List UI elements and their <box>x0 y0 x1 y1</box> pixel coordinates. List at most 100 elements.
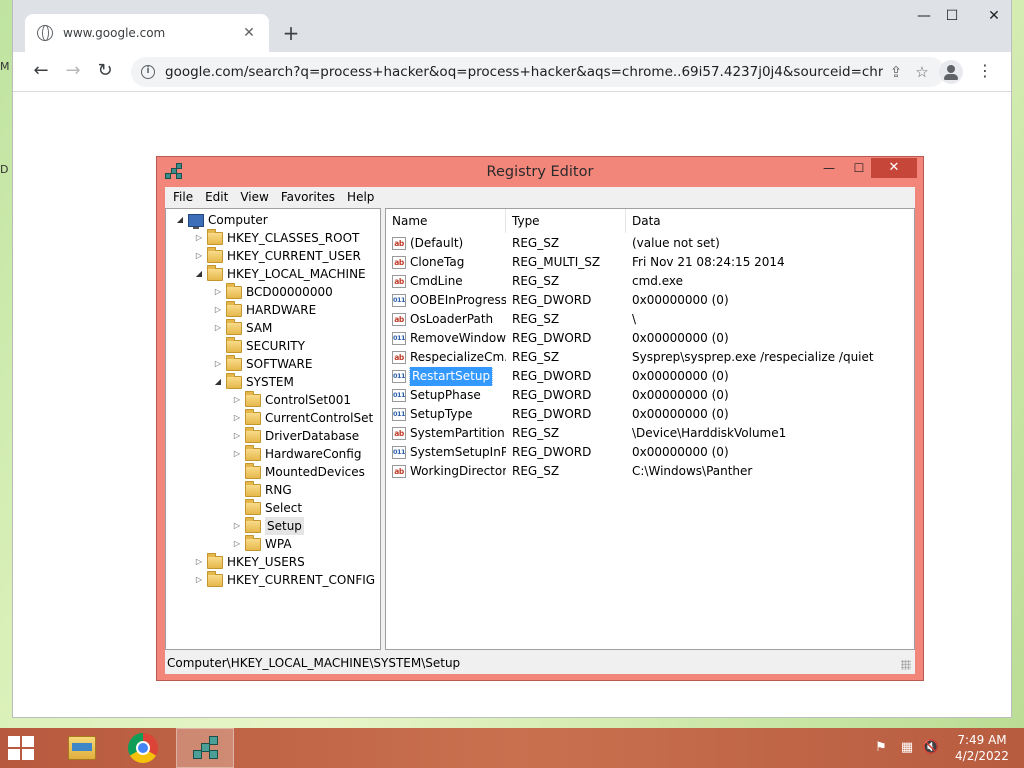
taskbar-file-explorer[interactable] <box>52 728 110 768</box>
tree-item[interactable]: ▷ DriverDatabase <box>231 426 359 445</box>
menu-help[interactable]: Help <box>341 190 380 204</box>
tree-item[interactable]: ▷ BCD00000000 <box>212 282 333 301</box>
column-header-data[interactable]: Data <box>626 209 914 233</box>
value-row[interactable]: ab CloneTag REG_MULTI_SZ Fri Nov 21 08:24:1… <box>386 253 914 272</box>
expand-arrow-icon[interactable]: ▷ <box>231 535 243 553</box>
expand-arrow-icon[interactable]: ▷ <box>193 553 205 571</box>
start-button[interactable] <box>8 736 38 762</box>
value-row[interactable]: ab OsLoaderPath REG_SZ \ <box>386 310 914 329</box>
value-name-cell: ab RespecializeCm... <box>392 348 506 367</box>
folder-icon <box>245 498 261 515</box>
value-list-pane[interactable]: Name Type Data ab (Default) REG_SZ (value n… <box>385 208 915 650</box>
key-tree-pane[interactable]: ◢ Computer ▷ HKEY_CLASSES_ROOT ▷ HKEY_CURRENT… <box>165 208 381 650</box>
network-icon[interactable]: ▦ <box>898 740 916 756</box>
tree-item[interactable]: ▷ HKEY_CLASSES_ROOT <box>193 228 359 247</box>
expand-arrow-icon[interactable]: ▷ <box>231 427 243 445</box>
tree-item[interactable]: ▷ HARDWARE <box>212 300 316 319</box>
tree-item-label: HardwareConfig <box>265 447 362 461</box>
expand-arrow-icon[interactable]: ▷ <box>212 319 224 337</box>
browser-tab[interactable]: www.google.com ✕ <box>25 14 269 52</box>
tree-item[interactable]: ▷ ControlSet001 <box>231 390 351 409</box>
column-header-name[interactable]: Name <box>386 209 506 233</box>
expand-arrow-icon[interactable]: ▷ <box>193 571 205 589</box>
value-type: REG_SZ <box>512 426 560 440</box>
taskbar-google-chrome[interactable] <box>114 728 172 768</box>
close-button[interactable]: ✕ <box>979 8 1009 24</box>
expand-arrow-icon[interactable]: ▷ <box>212 301 224 319</box>
value-row[interactable]: 011 SetupPhase REG_DWORD 0x00000000 (0) <box>386 386 914 405</box>
taskbar-registry-editor[interactable] <box>176 728 234 768</box>
menu-view[interactable]: View <box>234 190 274 204</box>
maximize-button[interactable]: ☐ <box>937 8 967 24</box>
forward-arrow-icon[interactable]: → <box>59 58 87 86</box>
collapse-arrow-icon[interactable]: ◢ <box>212 373 224 391</box>
resize-grip-icon[interactable] <box>901 660 911 670</box>
tree-item[interactable]: ◢ SYSTEM <box>212 372 294 391</box>
tree-item[interactable]: ▷ SOFTWARE <box>212 354 312 373</box>
back-arrow-icon[interactable]: ← <box>27 58 55 86</box>
tree-item[interactable]: SECURITY <box>212 336 305 355</box>
minimize-button[interactable]: — <box>815 161 843 181</box>
tree-item[interactable]: ◢ HKEY_LOCAL_MACHINE <box>193 264 366 283</box>
value-row[interactable]: ab (Default) REG_SZ (value not set) <box>386 234 914 253</box>
url-text[interactable]: google.com/search?q=process+hacker&oq=pr… <box>165 64 883 80</box>
expand-arrow-icon[interactable]: ▷ <box>231 391 243 409</box>
value-type: REG_DWORD <box>512 407 592 421</box>
registry-editor-icon <box>193 736 219 762</box>
menu-favorites[interactable]: Favorites <box>275 190 341 204</box>
value-name: SystemPartition <box>410 426 505 440</box>
tree-item[interactable]: ▷ SAM <box>212 318 272 337</box>
reload-icon[interactable]: ↻ <box>91 58 119 86</box>
system-clock[interactable]: 7:49 AM 4/2/2022 <box>952 732 1012 764</box>
tree-item[interactable]: ▷ HKEY_USERS <box>193 552 305 571</box>
collapse-arrow-icon[interactable]: ◢ <box>193 265 205 283</box>
tab-close-icon[interactable]: ✕ <box>241 25 257 41</box>
expand-arrow-icon[interactable]: ▷ <box>231 517 243 535</box>
tree-item[interactable]: ▷ WPA <box>231 534 292 553</box>
value-row[interactable]: ab WorkingDirectory REG_SZ C:\Windows\Panth… <box>386 462 914 481</box>
folder-icon <box>226 300 242 317</box>
menu-file[interactable]: File <box>167 190 199 204</box>
volume-muted-icon[interactable]: 🔇 <box>922 740 940 756</box>
collapse-arrow-icon[interactable]: ◢ <box>174 211 186 229</box>
value-row[interactable]: 011 SetupType REG_DWORD 0x00000000 (0) <box>386 405 914 424</box>
value-row[interactable]: 011 RemoveWindow... REG_DWORD 0x00000000 (0… <box>386 329 914 348</box>
column-header-type[interactable]: Type <box>506 209 626 233</box>
expand-arrow-icon[interactable]: ▷ <box>231 409 243 427</box>
tree-item[interactable]: ▷ HKEY_CURRENT_CONFIG <box>193 570 375 589</box>
star-icon[interactable]: ☆ <box>909 63 935 81</box>
address-bar[interactable]: i google.com/search?q=process+hacker&oq=… <box>131 57 945 87</box>
value-row[interactable]: 011 RestartSetup REG_DWORD 0x00000000 (0) <box>386 367 914 386</box>
tree-item[interactable]: RNG <box>231 480 292 499</box>
tree-item[interactable]: Select <box>231 498 302 517</box>
expand-arrow-icon[interactable]: ▷ <box>231 445 243 463</box>
share-icon[interactable]: ⇪ <box>883 63 909 81</box>
value-data: 0x00000000 (0) <box>632 388 729 402</box>
value-row[interactable]: ab RespecializeCm... REG_SZ Sysprep\sysprep… <box>386 348 914 367</box>
close-button[interactable]: ✕ <box>871 158 917 178</box>
tree-item[interactable]: ▷ CurrentControlSet <box>231 408 373 427</box>
new-tab-button[interactable]: + <box>279 22 303 46</box>
expand-arrow-icon[interactable]: ▷ <box>212 355 224 373</box>
maximize-button[interactable]: ☐ <box>845 161 873 181</box>
tree-item[interactable]: ▷ HardwareConfig <box>231 444 362 463</box>
value-row[interactable]: 011 SystemSetupInP... REG_DWORD 0x00000000 … <box>386 443 914 462</box>
expand-arrow-icon[interactable]: ▷ <box>193 247 205 265</box>
value-type: REG_MULTI_SZ <box>512 255 601 269</box>
tree-item[interactable]: ▷ HKEY_CURRENT_USER <box>193 246 361 265</box>
tree-item[interactable]: ◢ Computer <box>174 211 268 229</box>
info-icon[interactable]: i <box>141 65 155 79</box>
action-center-flag-icon[interactable]: ⚑ <box>872 740 890 756</box>
minimize-button[interactable]: — <box>909 8 939 24</box>
tree-item[interactable]: ▷ Setup <box>231 516 304 535</box>
tree-item[interactable]: MountedDevices <box>231 462 365 481</box>
menu-edit[interactable]: Edit <box>199 190 234 204</box>
kebab-menu-icon[interactable]: ⋮ <box>975 58 995 86</box>
value-row[interactable]: 011 OOBEInProgress REG_DWORD 0x00000000 (0) <box>386 291 914 310</box>
value-name-cell: ab CloneTag <box>392 253 506 272</box>
expand-arrow-icon[interactable]: ▷ <box>193 229 205 247</box>
value-row[interactable]: ab SystemPartition REG_SZ \Device\HarddiskV… <box>386 424 914 443</box>
expand-arrow-icon[interactable]: ▷ <box>212 283 224 301</box>
value-row[interactable]: ab CmdLine REG_SZ cmd.exe <box>386 272 914 291</box>
profile-icon[interactable] <box>939 60 963 84</box>
